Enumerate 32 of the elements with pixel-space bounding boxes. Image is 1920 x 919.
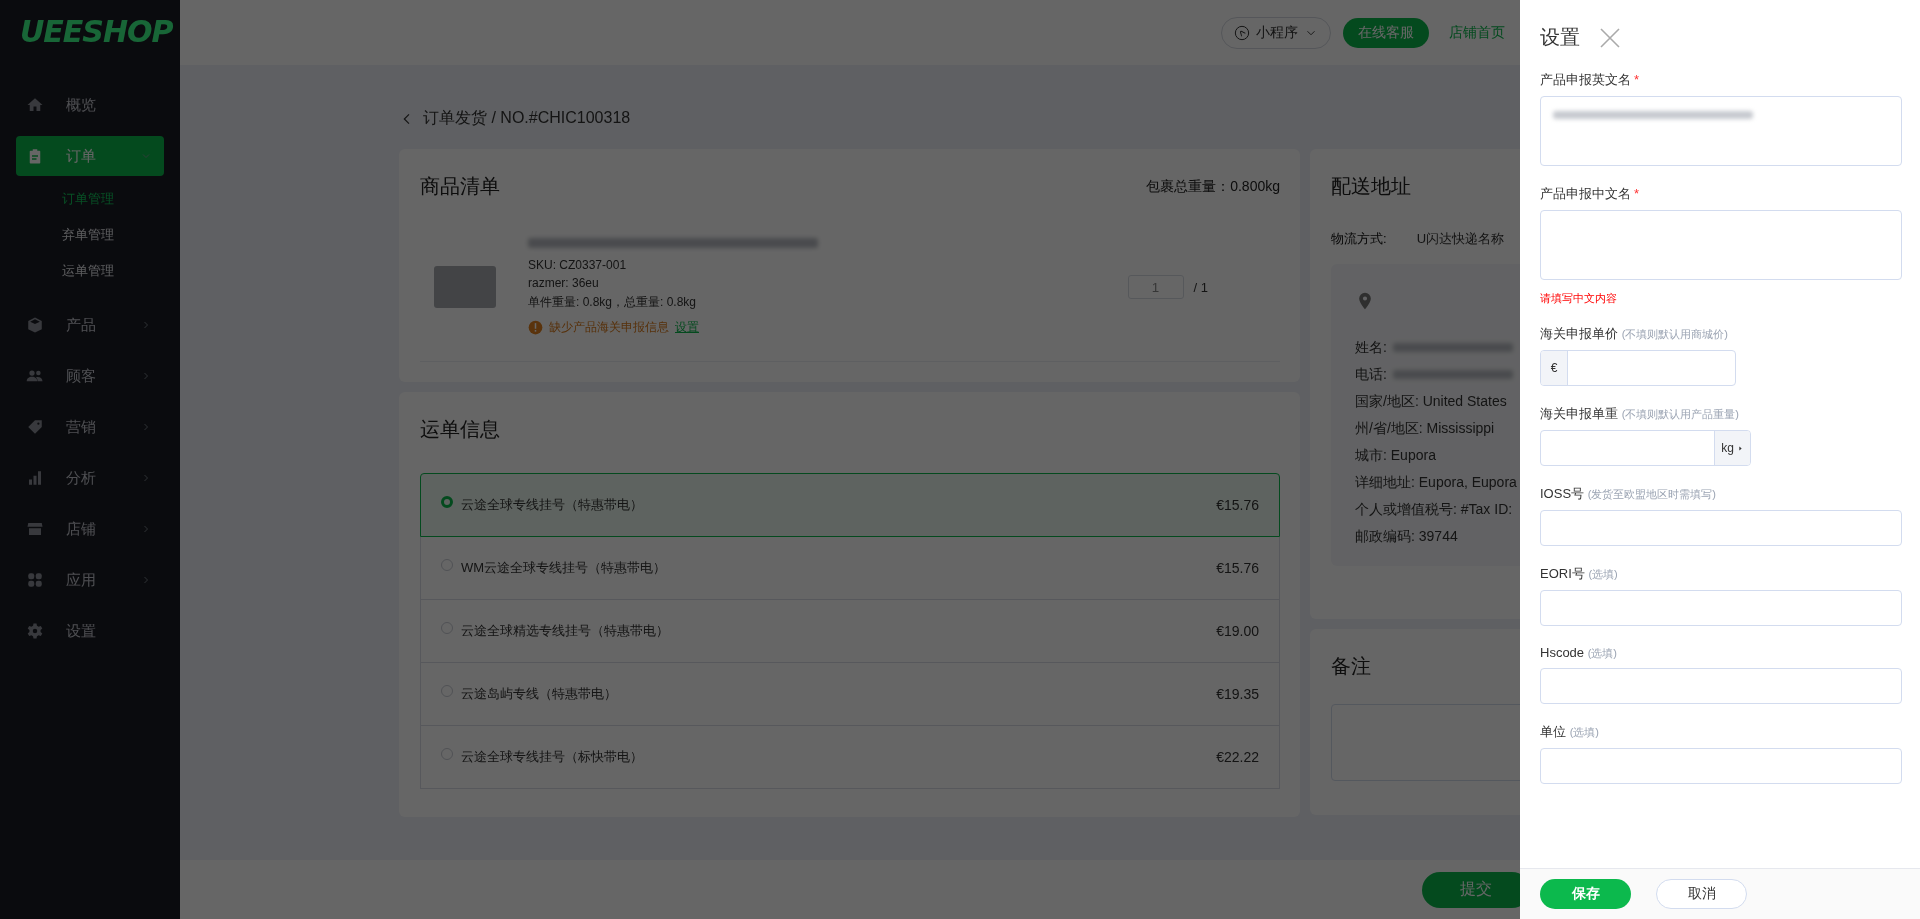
field-label: 单位 (选填) (1540, 723, 1600, 741)
address-line: 城市: Eupora (1355, 446, 1436, 465)
field-label: 产品申报中文名 * (1540, 185, 1641, 203)
field-label: EORI号 (选填) (1540, 565, 1619, 583)
product-sku: SKU: CZ0337-001 (528, 258, 628, 272)
total-weight: 包裹总重量：0.800kg (1146, 177, 1280, 196)
card-title: 商品清单 (420, 174, 500, 199)
address-line: 姓名: (1355, 338, 1387, 357)
address-line: 邮政编码: 39744 (1355, 527, 1458, 546)
breadcrumb: 订单发货 / NO.#CHIC100318 (423, 108, 631, 128)
field-label: IOSS号 (发货至欧盟地区时需填写) (1540, 485, 1718, 503)
card-title: 备注 (1331, 654, 1371, 679)
card-title: 运单信息 (420, 417, 500, 442)
address-line: 国家/地区: United States (1355, 392, 1507, 411)
quantity-total: / 1 (1193, 279, 1208, 295)
product-option: razmer: 36eu (528, 276, 1128, 290)
address-line: 详细地址: Eupora, Eupora (1355, 473, 1517, 492)
address-line: 州/省/地区: Mississippi (1355, 419, 1495, 438)
address-line: 个人或增值税号: #Tax ID: (1355, 500, 1513, 519)
address-line: 电话: (1355, 365, 1387, 384)
field-label: 物流方式: (1331, 230, 1387, 248)
warning-text: 缺少产品海关申报信息 (549, 319, 669, 336)
logo: UEESHOP (19, 13, 173, 51)
error-message: 请填写中文内容 (1540, 291, 1618, 306)
field-label: 海关申报单价 (不填则默认用商城价) (1540, 325, 1729, 343)
card-title: 配送地址 (1331, 174, 1411, 199)
product-weight: 单件重量: 0.8kg，总重量: 0.8kg (528, 294, 698, 311)
field-label: 产品申报英文名 * (1540, 71, 1641, 89)
field-label: Hscode (选填) (1540, 645, 1619, 661)
shipping-method: U闪达快递名称 (1416, 230, 1504, 248)
drawer-title: 设置 (1540, 25, 1580, 50)
field-label: 海关申报单重 (不填则默认用产品重量) (1540, 405, 1740, 423)
